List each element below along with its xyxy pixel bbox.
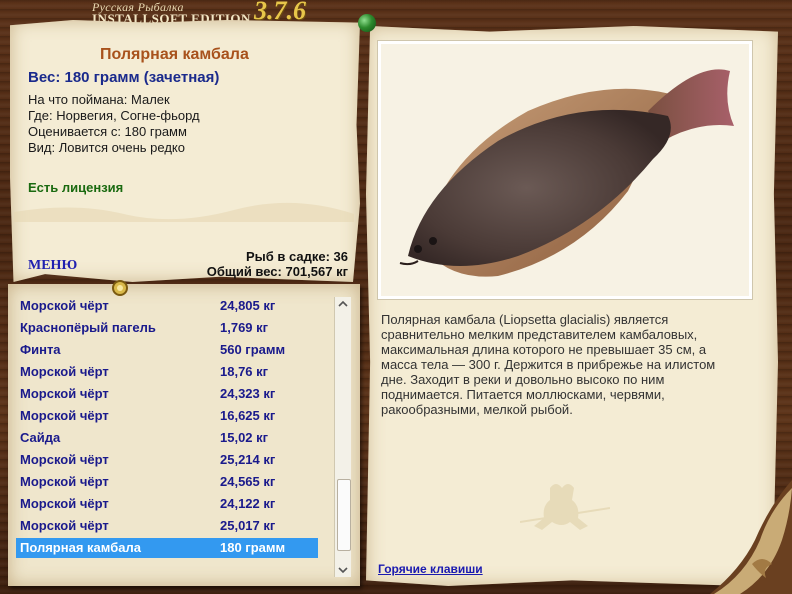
fish-photo xyxy=(399,69,734,277)
list-item[interactable]: Морской чёрт 24,122 кг xyxy=(16,494,318,514)
paper-tear-divider xyxy=(14,202,354,222)
list-item[interactable]: Морской чёрт 18,76 кг xyxy=(16,362,318,382)
place-info: Где: Норвегия, Согне-фьорд xyxy=(28,108,200,123)
green-pin-icon xyxy=(358,14,376,32)
scroll-down-arrow-icon xyxy=(338,567,348,574)
fish-weight: Вес: 180 грамм (зачетная) xyxy=(28,69,220,86)
list-item-weight: 24,805 кг xyxy=(220,298,276,313)
list-item-name: Сайда xyxy=(20,430,61,445)
list-item-name: Морской чёрт xyxy=(20,518,109,533)
hotkeys-link[interactable]: Горячие клавиши xyxy=(378,562,483,576)
list-item-weight: 25,214 кг xyxy=(220,452,276,467)
list-scrollbar[interactable] xyxy=(334,297,351,577)
list-item-weight: 180 грамм xyxy=(220,540,286,555)
valued-info: Оценивается с: 180 грамм xyxy=(28,124,187,139)
list-item-weight: 560 грамм xyxy=(220,342,286,357)
list-item-weight: 25,017 кг xyxy=(220,518,276,533)
bait-info: На что поймана: Малек xyxy=(28,92,170,107)
list-item[interactable]: Морской чёрт 25,214 кг xyxy=(16,450,318,470)
fish-name: Полярная камбала xyxy=(100,46,249,63)
kind-info: Вид: Ловится очень редко xyxy=(28,140,185,155)
list-item[interactable]: Полярная камбала 180 грамм xyxy=(16,538,318,558)
list-item-weight: 15,02 кг xyxy=(220,430,269,445)
catch-list[interactable]: Морской чёрт 24,805 кг Краснопёрый пагель 1… xyxy=(12,296,320,564)
fish-photo-frame xyxy=(377,40,753,300)
list-item-weight: 24,122 кг xyxy=(220,496,276,511)
list-item[interactable]: Финта 560 грамм xyxy=(16,340,318,360)
list-item-weight: 24,565 кг xyxy=(220,474,276,489)
menu-button[interactable]: МЕНЮ xyxy=(28,258,77,274)
list-item[interactable]: Морской чёрт 24,323 кг xyxy=(16,384,318,404)
list-item[interactable]: Морской чёрт 24,805 кг xyxy=(16,296,318,316)
page-curl-decoration xyxy=(710,480,792,594)
list-item-name: Полярная камбала xyxy=(20,540,141,555)
fish-description: Полярная камбала (Liopsetta glacialis) я… xyxy=(381,312,716,417)
list-item-name: Морской чёрт xyxy=(20,474,109,489)
list-item[interactable]: Морской чёрт 16,625 кг xyxy=(16,406,318,426)
total-weight: Общий вес: 701,567 кг xyxy=(206,264,348,279)
scroll-thumb[interactable] xyxy=(337,479,351,551)
list-item[interactable]: Морской чёрт 25,017 кг xyxy=(16,516,318,536)
list-item-name: Краснопёрый пагель xyxy=(20,320,156,335)
list-item-name: Морской чёрт xyxy=(20,364,109,379)
list-item-weight: 1,769 кг xyxy=(220,320,269,335)
list-item[interactable]: Сайда 15,02 кг xyxy=(16,428,318,448)
list-item-weight: 16,625 кг xyxy=(220,408,276,423)
scroll-up-arrow-icon xyxy=(338,300,348,307)
scroll-down-button[interactable] xyxy=(335,563,351,577)
scroll-up-button[interactable] xyxy=(335,297,351,311)
fisherman-silhouette-icon xyxy=(520,484,610,530)
list-item-name: Финта xyxy=(20,342,61,357)
list-item-weight: 24,323 кг xyxy=(220,386,276,401)
list-item-name: Морской чёрт xyxy=(20,298,109,313)
fish-count: Рыб в садке: 36 xyxy=(245,249,348,264)
list-item[interactable]: Морской чёрт 24,565 кг xyxy=(16,472,318,492)
license-status: Есть лицензия xyxy=(28,180,124,195)
list-item-weight: 18,76 кг xyxy=(220,364,269,379)
list-item-name: Морской чёрт xyxy=(20,496,109,511)
list-item-name: Морской чёрт xyxy=(20,452,109,467)
catch-stats: Рыб в садке: 36 Общий вес: 701,567 кг xyxy=(207,249,348,279)
list-item-name: Морской чёрт xyxy=(20,408,109,423)
list-item-name: Морской чёрт xyxy=(20,386,109,401)
list-item[interactable]: Краснопёрый пагель 1,769 кг xyxy=(16,318,318,338)
